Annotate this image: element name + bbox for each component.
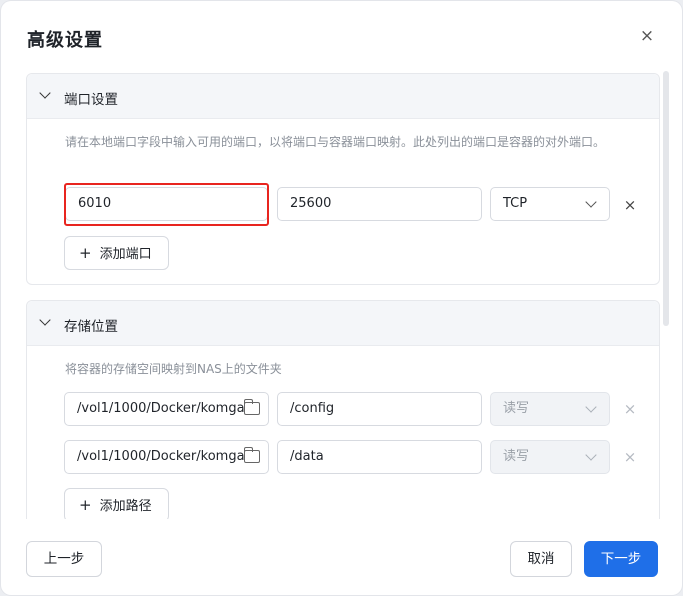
container-path-input[interactable]: /data [277, 440, 482, 474]
cancel-button[interactable]: 取消 [510, 541, 572, 577]
advanced-settings-dialog: 高级设置 × 端口设置 请在本地端口字段中输入可用的端口，以将端口与容器端口映射… [1, 1, 682, 595]
add-path-label: 添加路径 [99, 499, 152, 514]
storage-title: 存储位置 [64, 319, 118, 335]
storage-description: 将容器的存储空间映射到NAS上的文件夹 [65, 362, 282, 376]
chevron-down-icon [39, 87, 51, 99]
port-settings-description: 请在本地端口字段中输入可用的端口，以将端口与容器端口映射。此处列出的端口是容器的… [65, 135, 606, 149]
highlight-box [64, 183, 269, 226]
permission-select: 读写 [490, 440, 610, 474]
plus-icon: + [79, 244, 92, 262]
add-port-button[interactable]: + 添加端口 [64, 236, 169, 270]
close-icon[interactable]: × [638, 27, 656, 45]
protocol-select-value: TCP [503, 196, 528, 211]
host-path-value: /vol1/1000/Docker/komga [77, 401, 245, 416]
protocol-select[interactable]: TCP [490, 187, 610, 221]
port-settings-section: 端口设置 请在本地端口字段中输入可用的端口，以将端口与容器端口映射。此处列出的端… [26, 73, 660, 285]
chevron-down-icon [585, 401, 597, 413]
chevron-down-icon [585, 449, 597, 461]
prev-step-button[interactable]: 上一步 [26, 541, 102, 577]
permission-value: 读写 [503, 401, 530, 416]
add-port-label: 添加端口 [99, 247, 152, 262]
chevron-down-icon [39, 314, 51, 326]
remove-path-icon: × [623, 448, 637, 466]
remove-path-icon: × [623, 400, 637, 418]
port-settings-header[interactable]: 端口设置 [27, 74, 659, 119]
chevron-down-icon [585, 196, 597, 208]
host-path-value: /vol1/1000/Docker/komga [77, 449, 245, 464]
permission-select: 读写 [490, 392, 610, 426]
storage-header[interactable]: 存储位置 [27, 301, 659, 346]
host-path-input[interactable]: /vol1/1000/Docker/komga [64, 392, 269, 426]
permission-value: 读写 [503, 449, 530, 464]
container-port-input[interactable]: 25600 [277, 187, 482, 221]
remove-port-icon[interactable]: × [623, 198, 637, 213]
dialog-title: 高级设置 [27, 30, 103, 51]
folder-icon[interactable] [243, 447, 260, 463]
plus-icon: + [79, 496, 92, 514]
container-path-input[interactable]: /config [277, 392, 482, 426]
folder-icon[interactable] [243, 399, 260, 415]
next-step-button[interactable]: 下一步 [584, 541, 658, 577]
host-path-input[interactable]: /vol1/1000/Docker/komga [64, 440, 269, 474]
dialog-body: 端口设置 请在本地端口字段中输入可用的端口，以将端口与容器端口映射。此处列出的端… [1, 63, 682, 519]
port-settings-title: 端口设置 [64, 92, 118, 108]
storage-section: 存储位置 将容器的存储空间映射到NAS上的文件夹 /vol1/1000/Dock… [26, 300, 660, 519]
add-path-button[interactable]: + 添加路径 [64, 488, 169, 519]
scrollbar[interactable] [663, 71, 669, 326]
